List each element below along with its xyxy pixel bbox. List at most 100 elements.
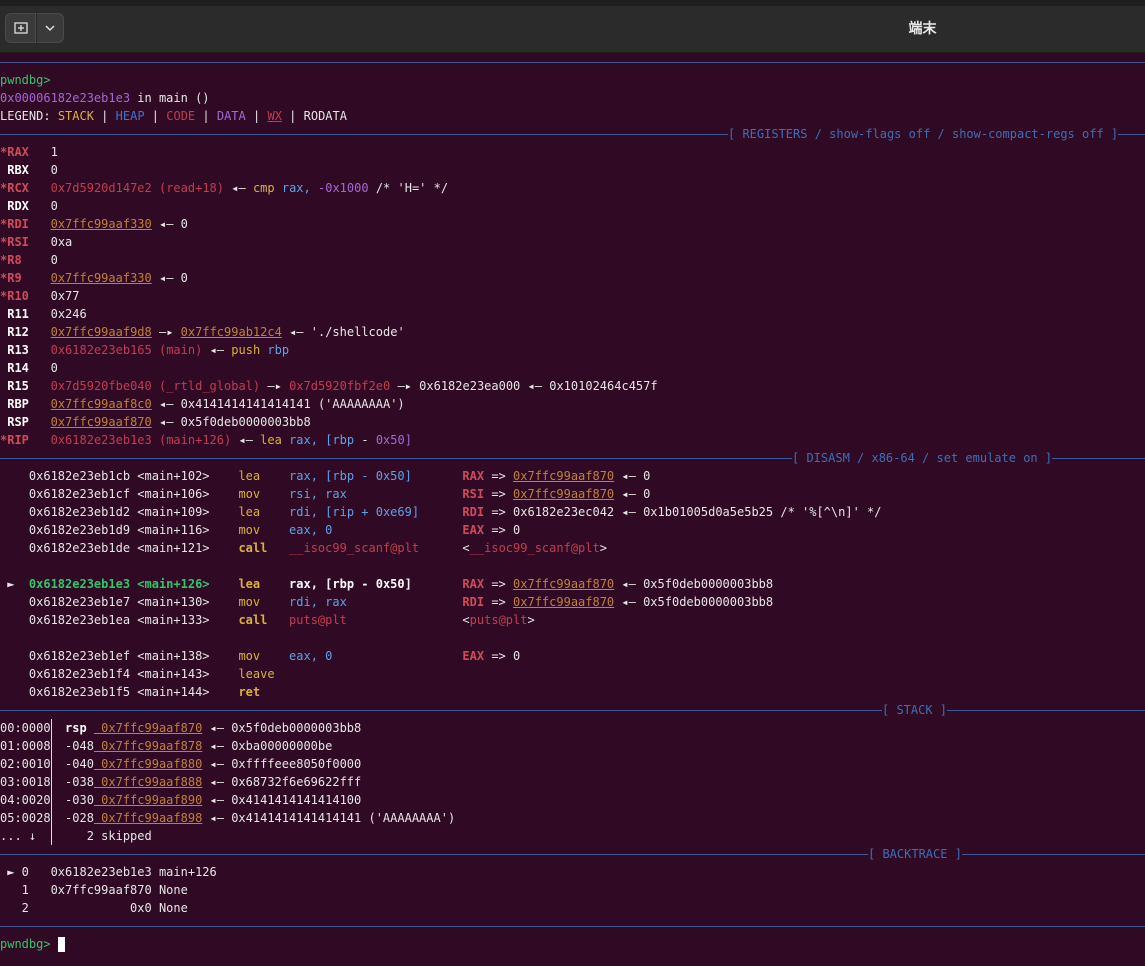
disasm-operands: eax, 0	[289, 649, 448, 663]
register-row: R13 0x6182e23eb165 (main) ◂— push rbp	[0, 341, 289, 359]
text-span	[520, 649, 527, 663]
register-name: R15	[7, 379, 37, 393]
register-row: R15 0x7d5920fbe040 (_rtld_global) —▸ 0x7…	[0, 377, 658, 395]
register-value: 0x7ffc99aaf8c0 ◂— 0x4141414141414141 ('A…	[51, 397, 405, 411]
disasm-operands	[289, 685, 448, 699]
text-span: 0x6182e23ea000	[419, 379, 521, 393]
disasm-annotation: RDI => 0x6182e23ec042 ◂— 0x1b01005d0a5e5…	[447, 505, 881, 519]
stack-row: 00:0000 rsp 0x7ffc99aaf870 ◂— 0x5f0deb00…	[0, 719, 361, 737]
disasm-opcode: leave	[209, 667, 290, 681]
disasm-symbol: <main+106>	[130, 487, 210, 501]
disasm-row: 0x6182e23eb1d2 <main+109> lea rdi, [rip …	[0, 503, 882, 521]
text-span: __isoc99_scanf@plt	[469, 541, 600, 555]
register-value: 0x7ffc99aaf9d8 —▸ 0x7ffc99ab12c4 ◂— './s…	[51, 325, 405, 339]
text-span: 0	[50, 199, 58, 213]
top-edge	[0, 0, 1145, 6]
current-marker	[0, 487, 22, 501]
register-name: RCX	[7, 181, 37, 195]
text-span: —▸	[267, 379, 282, 393]
disasm-symbol: <main+138>	[130, 649, 210, 663]
register-row: R14 0	[0, 359, 58, 377]
legend-heap: HEAP	[115, 109, 145, 123]
text-span: RDI	[447, 505, 485, 519]
text-span: 0x7ffc99aaf870	[513, 577, 615, 591]
register-value: 0x246	[51, 307, 87, 321]
text-span: [rbp	[325, 433, 355, 447]
text-span: cmp	[252, 181, 275, 195]
disasm-symbol: <main+144>	[130, 685, 210, 699]
register-value: 0x7ffc99aaf330 ◂— 0	[51, 217, 188, 231]
disasm-operands: rax, [rbp - 0x50]	[289, 469, 448, 483]
stack-row: 05:0028 -028 0x7ffc99aaf898 ◂— 0x4141414…	[0, 809, 455, 827]
register-name: RIP	[7, 433, 37, 447]
register-name: RDI	[7, 217, 37, 231]
disasm-opcode: call	[209, 613, 290, 627]
stack-offset: -038	[50, 775, 94, 789]
text-span: 0x7ffc99aaf330	[50, 271, 152, 285]
register-name: RDX	[7, 199, 37, 213]
disasm-symbol: <main+121>	[130, 541, 210, 555]
text-span: 0	[50, 163, 58, 177]
disasm-address: 0x6182e23eb1ef	[21, 649, 131, 663]
current-marker	[0, 613, 22, 627]
text-span: ◂— 0x5f0deb0000003bb8	[614, 595, 774, 609]
register-row: R12 0x7ffc99aaf9d8 —▸ 0x7ffc99ab12c4 ◂— …	[0, 323, 405, 341]
disasm-annotation: <__isoc99_scanf@plt>	[448, 541, 607, 555]
text-span: ◂—	[231, 181, 246, 195]
disasm-header: [ DISASM / x86-64 / set emulate on ]	[792, 449, 1053, 467]
prompt-divider	[0, 926, 1145, 927]
disasm-symbol: <main+130>	[130, 595, 210, 609]
register-value: 0x7d5920fbe040 (_rtld_global) —▸ 0x7d592…	[51, 379, 658, 393]
text-span: ◂—	[527, 379, 542, 393]
text-span: */	[433, 181, 449, 195]
text-span: —▸	[158, 325, 174, 339]
register-row: *R8 0	[0, 251, 58, 269]
text-span: =>	[484, 577, 514, 591]
text-span: 0x6182e23eb165	[50, 343, 152, 357]
text-span: lea	[260, 433, 282, 447]
disasm-operands	[289, 667, 448, 681]
stack-index: 03:0018	[0, 775, 51, 789]
text-span: 0x7ffc99aaf9d8	[50, 325, 152, 339]
text-span: 0x77	[50, 289, 80, 303]
backtrace-frame: 1	[0, 883, 29, 897]
stack-value: ◂— 0x4141414141414141 ('AAAAAAAA')	[202, 811, 456, 825]
input-line[interactable]: pwndbg>	[0, 935, 65, 953]
text-span: 'H='	[397, 181, 427, 195]
text-span: 0x7ffc99aaf870	[513, 595, 615, 609]
stack-row: 02:0010 -040 0x7ffc99aaf880 ◂— 0xffffeee…	[0, 755, 361, 773]
register-value: 0x7ffc99aaf870 ◂— 0x5f0deb0000003bb8	[51, 415, 311, 429]
disasm-opcode: lea	[209, 469, 290, 483]
text-span: 0	[180, 217, 188, 231]
disasm-row: 0x6182e23eb1ea <main+133> call puts@plt …	[0, 611, 535, 629]
text-span: -0x1000	[318, 181, 369, 195]
backtrace-address: 0x7ffc99aaf870	[28, 883, 152, 897]
disasm-operands: eax, 0	[289, 523, 448, 537]
divider	[0, 62, 1145, 63]
register-name: R8	[7, 253, 37, 267]
disasm-operands: __isoc99_scanf@plt	[289, 541, 448, 555]
text-span: 0x6182e23ec042	[513, 505, 615, 519]
registers-header: [ REGISTERS / show-flags off / show-comp…	[728, 125, 1119, 143]
backtrace-divider	[0, 854, 1145, 855]
register-value: 0x7d5920d147e2 (read+18) ◂— cmp rax, -0x…	[51, 181, 449, 195]
text-span: ◂— 0	[614, 469, 651, 483]
text-span: 0	[50, 361, 58, 375]
stack-value: ◂— 0x68732f6e69622fff	[202, 775, 362, 789]
disasm-annotation: EAX => 0	[448, 649, 528, 663]
disasm-row: 0x6182e23eb1d9 <main+116> mov eax, 0 EAX…	[0, 521, 527, 539]
text-span: ◂—	[158, 397, 174, 411]
text-span: (read+18)	[158, 181, 225, 195]
text-span: (main+126)	[158, 433, 232, 447]
stack-address: 0x7ffc99aaf870	[93, 721, 203, 735]
disasm-opcode: mov	[209, 595, 290, 609]
text-span: =>	[484, 505, 514, 519]
register-name: RSP	[7, 415, 37, 429]
stack-row: 01:0008 -048 0x7ffc99aaf878 ◂— 0xba00000…	[0, 737, 332, 755]
text-span: ◂—	[209, 343, 225, 357]
disasm-operands: rdi, [rip + 0xe69]	[289, 505, 448, 519]
text-span: =>	[484, 649, 514, 663]
text-span: —▸	[397, 379, 412, 393]
disasm-opcode: ret	[209, 685, 290, 699]
terminal-output[interactable]: pwndbg> 0x00006182e23eb1e3 in main () LE…	[0, 52, 1145, 966]
